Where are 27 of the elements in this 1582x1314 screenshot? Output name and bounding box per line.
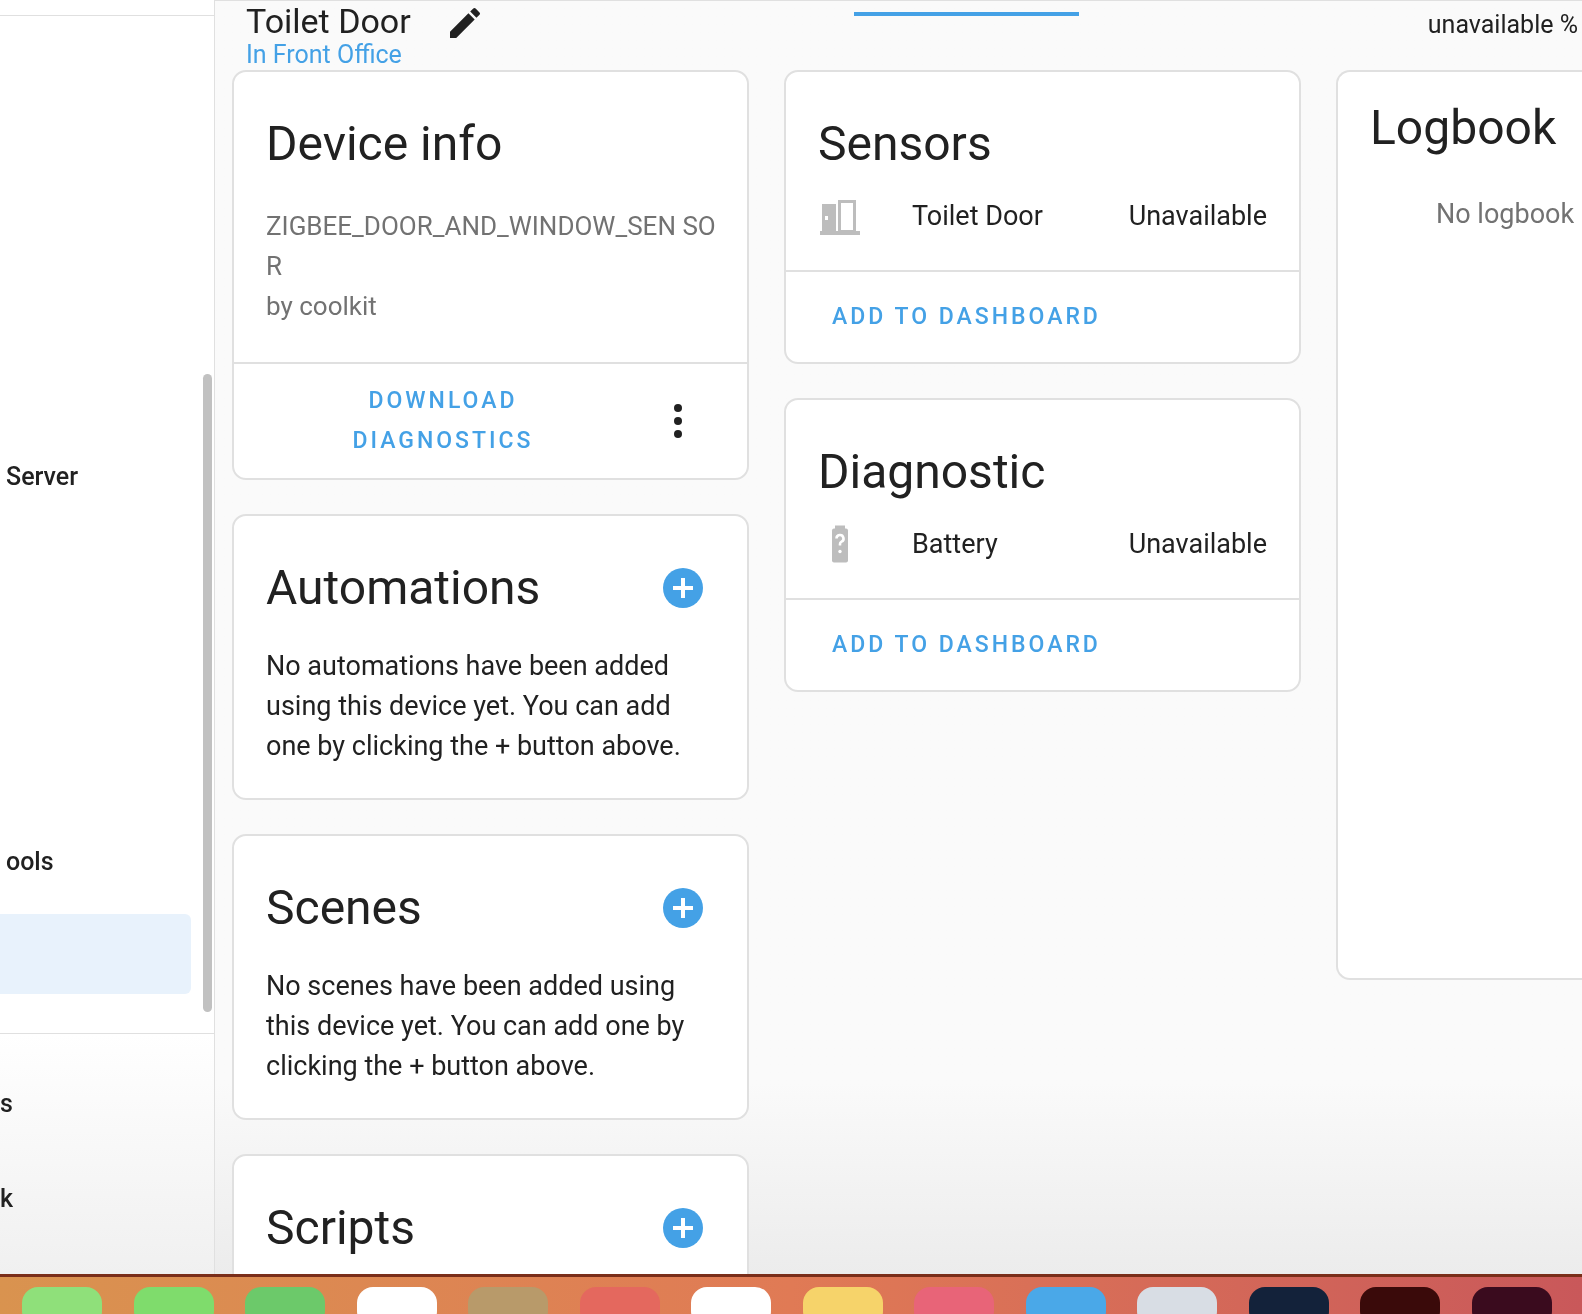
card-title: Diagnostic [818,444,1047,500]
sidebar-item[interactable]: ools [0,842,191,882]
empty-message: No automations have been added using this device yet. You can add one by clicking the + button above. [266,649,682,764]
add-icon[interactable] [663,568,703,608]
manufacturer-text: by coolkit [266,290,378,323]
card-title: Device info [266,116,504,172]
sidebar-item[interactable]: s [0,1084,13,1124]
card-title: Logbook [1370,100,1558,156]
entity-state: Unavailable [1128,198,1267,234]
card-title: Scripts [266,1200,415,1256]
scrollbar[interactable] [203,374,212,1012]
card-title: Scenes [266,880,422,936]
add-icon[interactable] [663,1208,703,1248]
device-title: Toilet Door [246,2,411,40]
add-icon[interactable] [663,888,703,928]
sidebar-item[interactable]: k [0,1179,14,1219]
entity-name[interactable]: Toilet Door [912,195,1129,237]
entity-state: Unavailable [1128,526,1267,562]
sidebar-item[interactable]: Server [0,457,191,497]
battery-unknown-icon [831,524,849,564]
more-icon[interactable] [673,403,683,439]
entity-name[interactable]: Battery [912,523,1129,565]
card-title: Automations [266,560,541,616]
status-text: unavailable % [1427,9,1578,41]
card-title: Sensors [818,116,993,172]
empty-message: No scenes have been added using this device yet. You can add one by clicking the + button above. [266,969,686,1084]
empty-message: No logbook [1435,197,1576,232]
